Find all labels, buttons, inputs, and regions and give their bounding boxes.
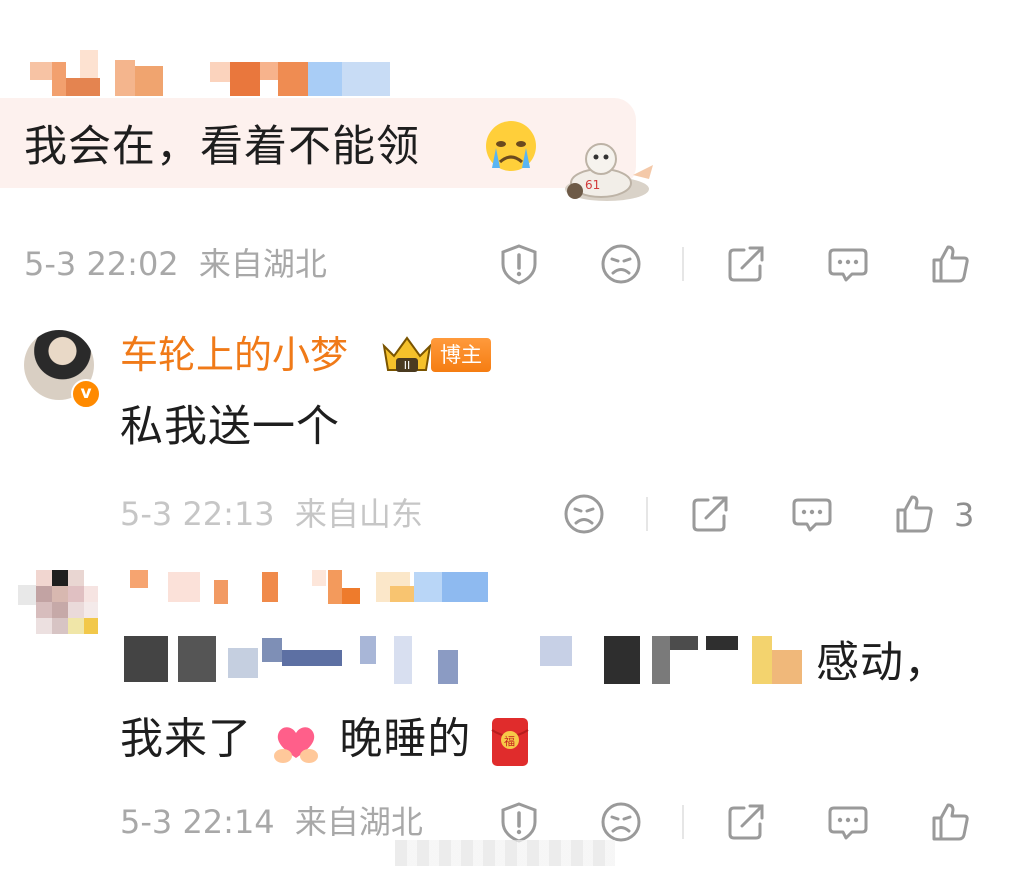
verified-badge-icon: v (71, 379, 101, 409)
thumbs-up-icon[interactable] (928, 800, 972, 844)
svg-text:61: 61 (585, 178, 600, 192)
warning-shield-icon[interactable] (497, 800, 541, 844)
red-envelope-emoji: 福 (490, 716, 530, 768)
comment-1-time: 5-3 22:02 (24, 245, 179, 283)
share-icon[interactable] (724, 242, 768, 286)
sad-face-icon[interactable] (562, 492, 606, 536)
comment-2-location: 来自山东 (294, 495, 423, 533)
comment-2-text: 私我送一个 (120, 402, 340, 452)
crown-level-icon: II (380, 332, 434, 376)
sad-face-icon[interactable] (599, 800, 643, 844)
toy-plane-sticker: 61 (555, 135, 655, 211)
divider (682, 247, 684, 281)
like-count: 3 (954, 496, 975, 534)
divider (646, 497, 648, 531)
level-badge-text: II (404, 359, 411, 372)
comment-icon[interactable] (826, 800, 870, 844)
comment-2-username[interactable]: 车轮上的小梦 (120, 336, 348, 374)
svg-text:福: 福 (504, 734, 516, 748)
sad-face-icon[interactable] (599, 242, 643, 286)
comment-icon[interactable] (790, 492, 834, 536)
comment-3-text-line1: 感动， (816, 638, 948, 688)
share-icon[interactable] (688, 492, 732, 536)
comment-1-meta: 5-3 22:02 来自湖北 (24, 248, 327, 280)
crying-face-emoji (482, 118, 540, 174)
author-badge: 博主 (431, 338, 491, 372)
share-icon[interactable] (724, 800, 768, 844)
comment-1-text: 我会在，看着不能领 (24, 122, 420, 172)
comment-3-text-part-a: 我来了 (120, 714, 252, 765)
thumbs-up-icon[interactable] (892, 492, 936, 536)
comment-1-location: 来自湖北 (198, 245, 327, 283)
comment-3-time: 5-3 22:14 (120, 803, 275, 841)
comment-3-text-line2: 我来了 晚睡的 福 (120, 716, 530, 768)
comment-3-location: 来自湖北 (294, 803, 423, 841)
comment-3-text-part-b: 晚睡的 (339, 714, 472, 765)
divider (682, 805, 684, 839)
thumbs-up-icon[interactable] (928, 242, 972, 286)
heart-hands-emoji (271, 718, 321, 766)
watermark (395, 840, 615, 866)
comment-icon[interactable] (826, 242, 870, 286)
comment-2-time: 5-3 22:13 (120, 495, 275, 533)
warning-shield-icon[interactable] (497, 242, 541, 286)
comment-3-meta: 5-3 22:14 来自湖北 (120, 806, 423, 838)
comment-2-meta: 5-3 22:13 来自山东 (120, 498, 423, 530)
